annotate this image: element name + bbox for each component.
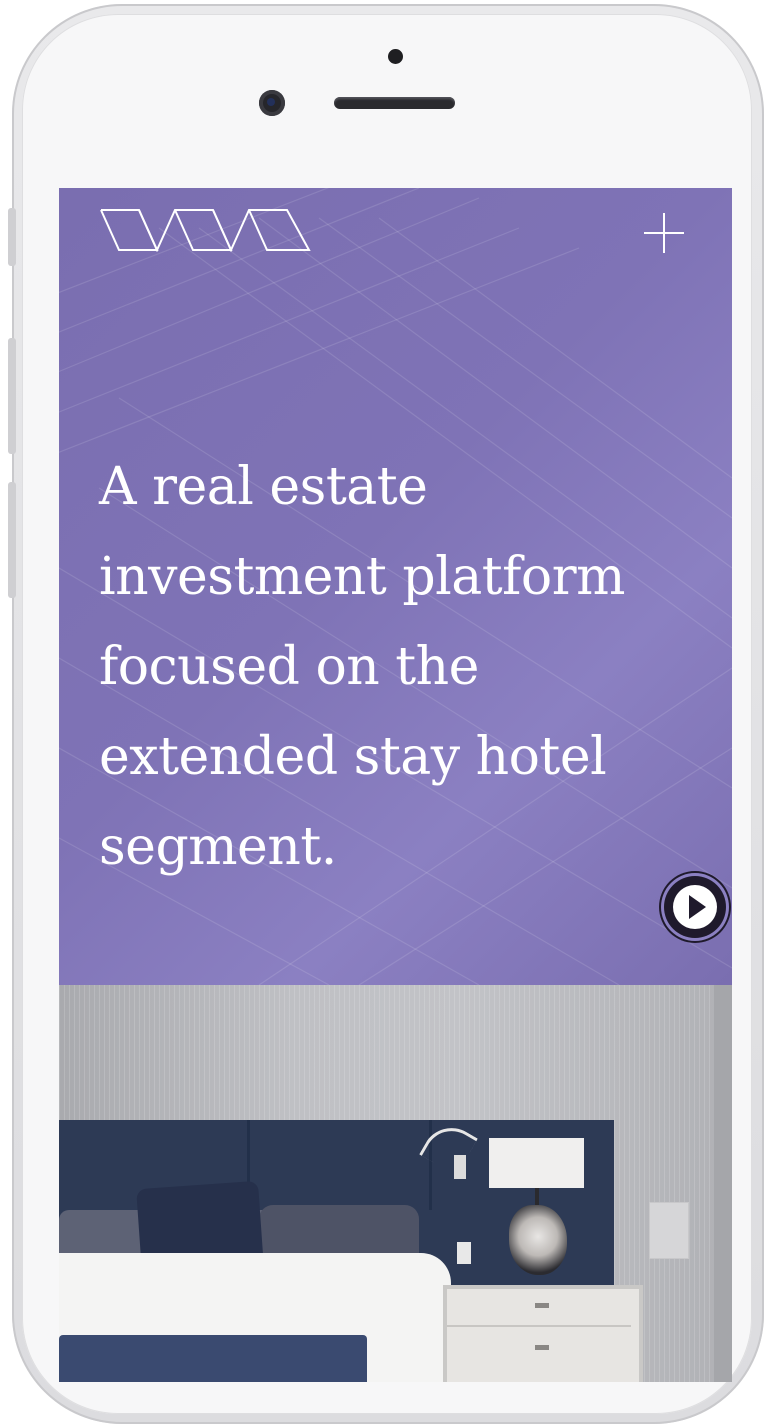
proximity-sensor-dot	[388, 49, 403, 64]
hero-section: A real estate investment platform focuse…	[59, 188, 732, 985]
volume-down-button	[8, 482, 16, 598]
photo-wall-plate	[649, 1202, 689, 1259]
mute-switch	[8, 208, 16, 266]
photo-throw-blanket	[59, 1335, 367, 1382]
front-camera	[259, 90, 285, 116]
photo-nightstand	[443, 1285, 643, 1382]
photo-lamp	[489, 1138, 584, 1188]
earpiece-speaker	[334, 97, 455, 109]
play-video-button[interactable]	[664, 876, 726, 938]
menu-plus-button[interactable]	[643, 212, 685, 254]
wave-logo-icon[interactable]	[99, 208, 311, 252]
hero-headline: A real estate investment platform focuse…	[99, 457, 625, 877]
screen: A real estate investment platform focuse…	[59, 188, 732, 1382]
play-triangle-icon	[689, 895, 706, 919]
hotel-bedroom-image	[59, 985, 732, 1382]
volume-up-button	[8, 338, 16, 454]
